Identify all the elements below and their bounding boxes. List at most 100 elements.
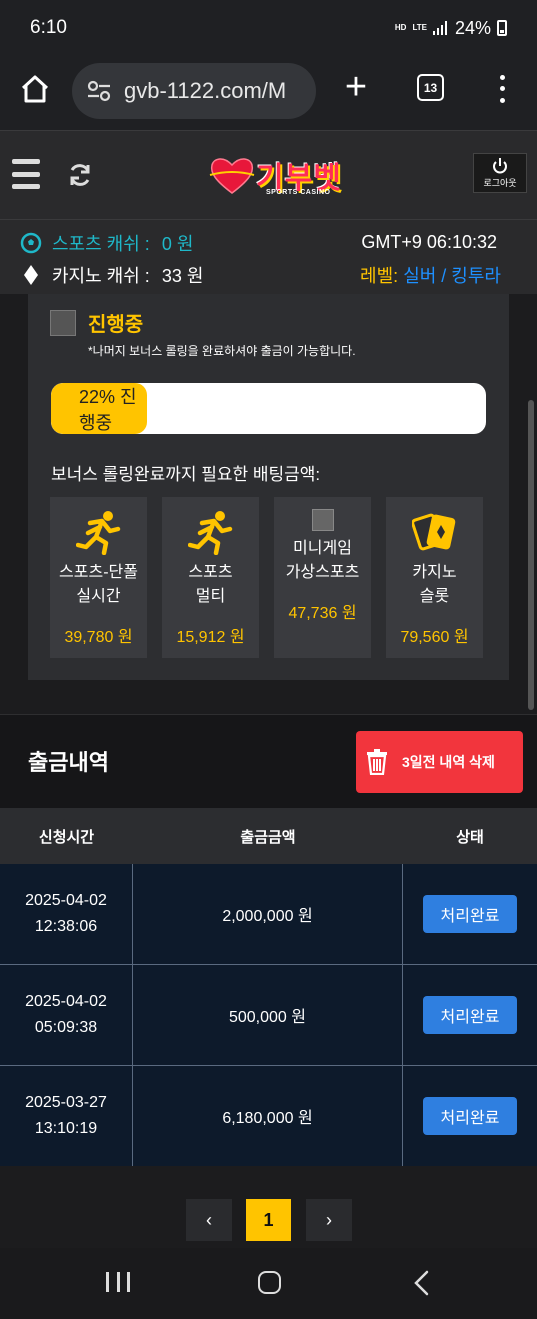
amount-cell: 500,000 원: [133, 965, 403, 1065]
site-settings-icon[interactable]: [86, 80, 112, 102]
power-icon: [493, 158, 507, 174]
amount-cell: 2,000,000 원: [133, 864, 403, 964]
browser-menu-icon[interactable]: [494, 72, 510, 106]
hamburger-menu-icon[interactable]: [12, 159, 40, 189]
bonus-rolling-panel: 진행중 *나머지 보너스 롤링을 완료하셔야 출금이 가능합니다. 22% 진행…: [28, 294, 509, 680]
request-date: 2025-04-02: [25, 892, 107, 909]
card-name-line2: 슬롯: [419, 588, 450, 605]
delete-old-history-button[interactable]: 3일전 내역 삭제: [356, 731, 523, 793]
user-level: 레벨: 실버 / 킹투라: [360, 262, 501, 288]
card-name-line1: 스포츠: [188, 564, 233, 581]
card-name-line2: 가상스포츠: [285, 564, 360, 581]
system-nav-bar: [0, 1248, 537, 1319]
card-name-line1: 스포츠-단폴: [59, 564, 138, 581]
card-amount: 79,560 원: [400, 629, 469, 646]
site-logo[interactable]: 기부벳 SPORTS CASINO: [208, 153, 348, 201]
casino-cash-value: 33 원: [161, 266, 204, 286]
card-name-line1: 카지노: [412, 564, 457, 581]
level-value: 실버 / 킹투라: [403, 266, 501, 286]
home-icon[interactable]: [18, 72, 52, 106]
logo-subtext: SPORTS CASINO: [266, 189, 331, 196]
table-row: 2025-04-02 05:09:38 500,000 원 처리완료: [0, 965, 537, 1066]
sports-cash-label: 스포츠 캐쉬 :: [52, 234, 150, 254]
card-name-line2: 멀티: [195, 588, 226, 605]
status-badge[interactable]: 처리완료: [423, 1097, 517, 1135]
request-time-cell: 2025-04-02 12:38:06: [0, 864, 133, 964]
site-header: 기부벳 SPORTS CASINO 로그아웃: [0, 130, 537, 220]
progress-fill: 22% 진행중: [51, 383, 147, 434]
table-header: 신청시간 출금금액 상태: [0, 808, 537, 864]
request-time: 12:38:06: [34, 918, 98, 935]
broken-image-icon: [311, 509, 334, 531]
tab-switcher-button[interactable]: 13: [417, 74, 444, 101]
server-clock: GMT+9 06:10:32: [361, 232, 497, 252]
trash-icon: [367, 749, 387, 775]
table-row: 2025-03-27 13:10:19 6,180,000 원 처리완료: [0, 1066, 537, 1167]
progress-title: 진행중: [88, 314, 144, 336]
address-bar[interactable]: gvb-1122.com/M: [72, 63, 316, 119]
status-badge[interactable]: 처리완료: [423, 895, 517, 933]
card-amount: 47,736 원: [288, 605, 357, 622]
lte-indicator: LTE: [412, 23, 427, 32]
amount-cell: 6,180,000 원: [133, 1066, 403, 1166]
level-label: 레벨:: [360, 266, 399, 286]
request-time: 05:09:38: [34, 1019, 98, 1036]
progress-heading: 진행중: [50, 308, 143, 337]
required-bet-cards: 스포츠-단폴 실시간 39,780 원 스포츠 멀티 15,912 원 미니게임…: [50, 497, 484, 658]
status-bar: 6:10 HD LTE 24%: [0, 0, 537, 56]
home-nav-icon[interactable]: [258, 1271, 281, 1294]
request-time-cell: 2025-03-27 13:10:19: [0, 1066, 133, 1166]
heart-logo-icon: [209, 158, 255, 194]
status-cell: 처리완료: [403, 1066, 537, 1166]
status-badge[interactable]: 처리완료: [423, 996, 517, 1034]
status-indicators: HD LTE 24%: [395, 18, 507, 39]
progress-note: *나머지 보너스 롤링을 완료하셔야 출금이 가능합니다.: [88, 344, 356, 358]
card-name-line1: 미니게임: [293, 540, 352, 557]
request-date: 2025-03-27: [25, 1094, 107, 1111]
status-time: 6:10: [30, 17, 67, 38]
casino-cash-label: 카지노 캐쉬 :: [52, 266, 150, 286]
playing-cards-icon: [411, 513, 455, 551]
new-tab-icon[interactable]: +: [338, 68, 374, 106]
status-cell: 처리완료: [403, 864, 537, 964]
card-casino-slot: 카지노 슬롯 79,560 원: [386, 497, 483, 658]
soccer-ball-icon: [20, 232, 42, 254]
pagination: ‹ 1 ›: [0, 1166, 537, 1248]
url-text: gvb-1122.com/M: [124, 78, 287, 103]
casino-cash: 카지노 캐쉬 : 33 원: [20, 262, 203, 288]
next-page-button[interactable]: ›: [306, 1199, 352, 1241]
withdrawal-history-header: 출금내역 3일전 내역 삭제: [0, 714, 537, 808]
broken-image-icon: [50, 309, 76, 336]
logout-button[interactable]: 로그아웃: [473, 153, 527, 193]
sports-cash: 스포츠 캐쉬 : 0 원: [20, 230, 193, 256]
back-icon[interactable]: [410, 1270, 434, 1296]
account-info: 스포츠 캐쉬 : 0 원 카지노 캐쉬 : 33 원 GMT+9 06:10:3…: [0, 220, 537, 294]
card-sports-single: 스포츠-단폴 실시간 39,780 원: [50, 497, 147, 658]
prev-page-button[interactable]: ‹: [186, 1199, 232, 1241]
running-man-icon: [187, 511, 232, 555]
recent-apps-icon[interactable]: [106, 1272, 130, 1292]
battery-percent: 24%: [454, 17, 491, 38]
rolling-progress-bar: 22% 진행중: [51, 383, 486, 434]
table-row: 2025-04-02 12:38:06 2,000,000 원 처리완료: [0, 864, 537, 965]
card-name-line2: 실시간: [76, 588, 121, 605]
card-minigame: 미니게임 가상스포츠 47,736 원: [274, 497, 371, 658]
current-page-button[interactable]: 1: [246, 1199, 291, 1241]
request-time-cell: 2025-04-02 05:09:38: [0, 965, 133, 1065]
header-request-time: 신청시간: [38, 828, 95, 846]
header-amount: 출금금액: [240, 828, 296, 846]
sports-cash-value: 0 원: [161, 234, 194, 254]
refresh-icon[interactable]: [66, 161, 94, 189]
request-time: 13:10:19: [34, 1120, 98, 1137]
logout-label: 로그아웃: [483, 178, 517, 188]
page-scrollbar[interactable]: [528, 400, 534, 710]
signal-icon: [432, 21, 447, 35]
diamond-icon: [24, 265, 38, 285]
running-man-icon: [75, 511, 120, 555]
card-sports-multi: 스포츠 멀티 15,912 원: [162, 497, 259, 658]
delete-old-history-label: 3일전 내역 삭제: [402, 754, 495, 770]
main-content: 진행중 *나머지 보너스 롤링을 완료하셔야 출금이 가능합니다. 22% 진행…: [0, 294, 537, 714]
battery-icon: [497, 20, 507, 36]
card-amount: 39,780 원: [64, 629, 133, 646]
withdrawal-history-title: 출금내역: [28, 750, 109, 775]
